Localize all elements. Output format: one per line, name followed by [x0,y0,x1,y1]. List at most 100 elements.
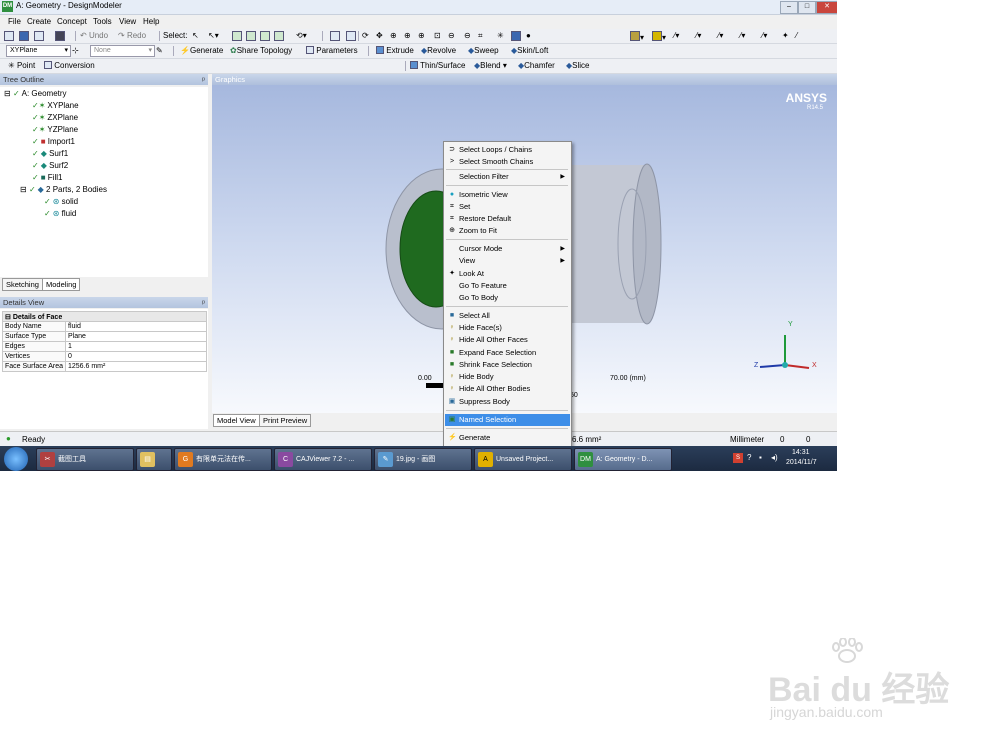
taskbar-designmodeler[interactable]: DM A: Geometry - D... [574,448,672,471]
tree-node-solid[interactable]: ✓ ⊛ solid [44,197,78,206]
menu-item-look-at[interactable]: ✦ Look At [445,268,570,280]
table-row[interactable]: Body Name fluid [2,321,207,332]
zoom-to-fit-icon[interactable]: ⊡ [434,31,441,40]
triad-icon[interactable]: ● [526,31,531,40]
menu-item-expand-face-selection[interactable]: ■ Expand Face Selection [445,347,570,359]
menu-create[interactable]: Create [27,17,51,26]
table-row[interactable]: Edges 1 [2,341,207,352]
extrude-button[interactable]: Extrude [376,46,414,55]
new-plane-icon[interactable]: ⊹ [72,46,79,55]
menu-item-shrink-face-selection[interactable]: ■ Shrink Face Selection [445,359,570,371]
zoom-out-icon[interactable]: ⊖ [448,31,455,40]
display-mode-icon[interactable] [511,31,521,42]
menu-view[interactable]: View [119,17,136,26]
slice-button[interactable]: ◆Slice [566,61,590,70]
tray-app-icon[interactable]: S [733,453,743,463]
details-value[interactable]: 0 [65,351,207,362]
edge-d-icon[interactable]: ⁄▾ [740,31,745,40]
select-face-icon[interactable] [260,31,270,42]
look-at-icon[interactable]: ✳ [497,31,504,40]
magnifier-icon[interactable]: ⊖ [464,31,471,40]
tree-node-surf1[interactable]: ✓ ◆ Surf1 [32,149,68,158]
taskbar-cajviewer[interactable]: C CAJViewer 7.2 - ... [274,448,372,471]
details-value[interactable]: Plane [65,331,207,342]
screenshot-icon[interactable] [55,31,65,42]
undo-button[interactable]: ↶ Undo [80,31,108,40]
save-icon[interactable] [19,31,29,42]
menu-item-go-to-feature[interactable]: Go To Feature [445,280,570,292]
menu-item-cursor-mode[interactable]: Cursor Mode ▶ [445,243,570,255]
zoom-icon[interactable]: ⊕ [390,31,397,40]
edge-c-icon[interactable]: ⁄▾ [718,31,723,40]
select-edge-icon[interactable] [246,31,256,42]
table-row[interactable]: Surface Type Plane [2,331,207,342]
taskbar-doc[interactable]: G 有限单元法在传... [174,448,272,471]
maximize-button[interactable]: □ [798,1,816,14]
tree-node-parts[interactable]: ⊟ ✓ ◆ 2 Parts, 2 Bodies [20,185,107,194]
zoom-box-icon[interactable]: ⊕ [404,31,411,40]
clock-date[interactable]: 2014/11/7 [786,459,817,466]
menu-item-selection-filter[interactable]: Selection Filter ▶ [445,171,570,183]
tree-node-fill1[interactable]: ✓ ■ Fill1 [32,173,62,182]
status-units[interactable]: Millimeter [730,435,764,444]
isometric-icon[interactable]: ⌗ [478,31,483,41]
zoom-in-icon[interactable]: ⊕ [418,31,425,40]
menu-item-hide-faces[interactable]: ♀ Hide Face(s) [445,322,570,334]
tab-modeling[interactable]: Modeling [42,278,81,291]
edge-b-icon[interactable]: ⁄▾ [696,31,701,40]
menu-item-restore-default[interactable]: ⌗ Restore Default [445,213,570,225]
menu-item-select-all[interactable]: ■ Select All [445,310,570,322]
select-type-icon[interactable]: ↖▾ [208,31,219,40]
redo-button[interactable]: ↷ Redo [118,31,146,40]
menu-item-isometric-view[interactable]: ● Isometric View [445,189,570,201]
table-row[interactable]: Face Surface Area 1256.6 mm² [2,361,207,372]
edge-a-icon[interactable]: ⁄▾ [674,31,679,40]
tab-model-view[interactable]: Model View [213,414,260,427]
revolve-button[interactable]: ◆Revolve [421,46,456,55]
select-mode-icon[interactable]: ↖ [192,31,199,40]
plane-select[interactable]: XYPlane ▾ [6,45,71,57]
tree-node-geometry[interactable]: ⊟ ✓ A: Geometry [4,89,67,98]
table-row[interactable]: Vertices 0 [2,351,207,362]
taskbar-workbench[interactable]: A Unsaved Project... [474,448,572,471]
box-select-icon[interactable] [346,31,356,42]
generate-button[interactable]: ⚡Generate [180,46,223,55]
tab-sketching[interactable]: Sketching [2,278,43,291]
extend-selection-icon[interactable]: ⟲▾ [296,31,307,40]
menu-item-suppress-body[interactable]: ▣ Suppress Body [445,396,570,408]
menu-item-set[interactable]: ⌗ Set [445,201,570,213]
blend-button[interactable]: ◆Blend ▾ [474,61,507,70]
menu-help[interactable]: Help [143,17,159,26]
tree-node-fluid[interactable]: ✓ ⊛ fluid [44,209,76,218]
menu-item-named-selection[interactable]: ▣ Named Selection [445,414,570,426]
select-body-icon[interactable] [274,31,284,42]
skin-loft-button[interactable]: ◆Skin/Loft [511,46,548,55]
face-colors-icon[interactable]: ▾ [652,31,666,42]
chamfer-button[interactable]: ◆Chamfer [518,61,555,70]
pan-icon[interactable]: ✥ [376,31,383,40]
menu-item-select-smooth-chains[interactable]: > Select Smooth Chains [445,156,570,168]
new-icon[interactable] [4,31,14,42]
menu-item-hide-all-other-bodies[interactable]: ♀ Hide All Other Bodies [445,383,570,395]
sketch-select[interactable]: None ▾ [90,45,155,57]
edge-e-icon[interactable]: ⁄▾ [762,31,767,40]
wire-icon[interactable]: ⁄ [796,31,797,40]
export-icon[interactable] [34,31,44,42]
taskbar-explorer[interactable]: ▤ [136,448,172,471]
tab-print-preview[interactable]: Print Preview [259,414,312,427]
tree-node-xyplane[interactable]: ✓✶ XYPlane [32,101,79,110]
menu-file[interactable]: File [8,17,21,26]
menu-tools[interactable]: Tools [93,17,112,26]
network-icon[interactable]: ▪ [759,453,762,462]
sweep-button[interactable]: ◆Sweep [468,46,499,55]
menu-item-go-to-body[interactable]: Go To Body [445,292,570,304]
select-point-icon[interactable] [232,31,242,42]
clock-time[interactable]: 14:31 [792,449,810,456]
parameters-button[interactable]: Parameters [306,46,358,55]
taskbar-paint[interactable]: ✎ 19.jpg - 画图 [374,448,472,471]
details-value[interactable]: 1256.6 mm² [65,361,207,372]
menu-item-view[interactable]: View ▶ [445,255,570,267]
named-colors-icon[interactable]: ▾ [630,31,644,42]
menu-item-select-loops[interactable]: ⊃ Select Loops / Chains [445,144,570,156]
conversion-button[interactable]: Conversion [44,61,95,70]
